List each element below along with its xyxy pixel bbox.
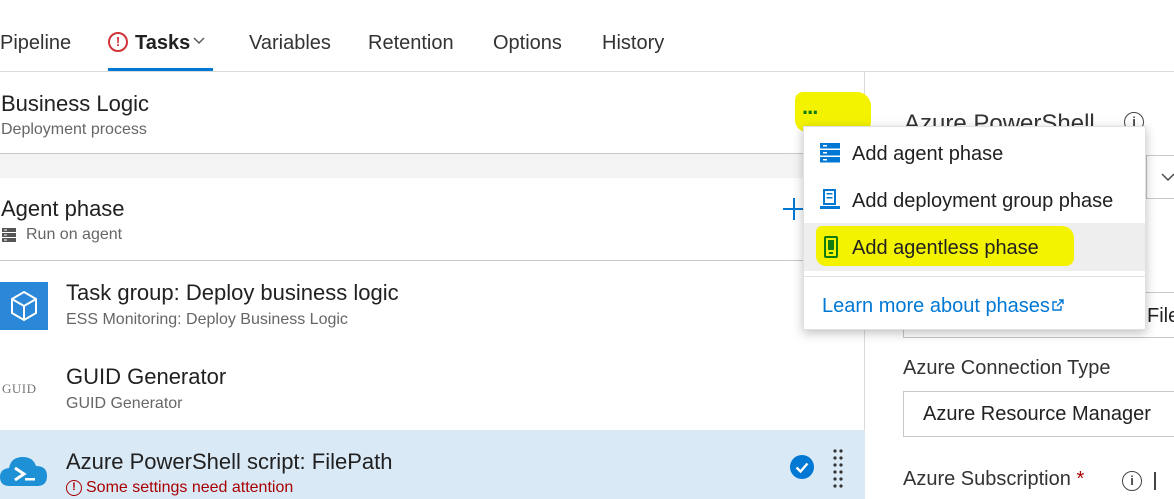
learn-more-text: Learn more about phases	[822, 295, 1050, 317]
version-select[interactable]	[1146, 155, 1174, 199]
task-subtitle: GUID Generator	[66, 395, 183, 412]
add-task-icon[interactable]	[783, 198, 805, 220]
chevron-down-icon	[1161, 173, 1174, 181]
connection-type-value: Azure Resource Manager	[923, 403, 1151, 425]
enabled-check-icon[interactable]	[790, 455, 814, 479]
menu-item-label: Add agent phase	[852, 143, 1004, 165]
divider	[804, 276, 1145, 277]
add-phase-menu: Add agent phase Add deployment group pha…	[803, 126, 1146, 330]
menu-item-label: Add agentless phase	[852, 237, 1039, 259]
task-warning: Some settings need attention	[86, 479, 294, 496]
process-title[interactable]: Business Logic	[1, 91, 149, 117]
guid-logo-icon: GUID	[2, 381, 37, 396]
tab-bar: Pipeline ! Tasks Variables Retention Opt…	[0, 0, 1174, 72]
menu-item-add-agentless-phase[interactable]: Add agentless phase	[804, 223, 1145, 271]
tab-tasks[interactable]: Tasks	[135, 30, 190, 56]
learn-more-link[interactable]: Learn more about phases	[822, 295, 1064, 318]
tab-pipeline[interactable]: Pipeline	[0, 30, 71, 56]
connection-type-label: Azure Connection Type	[903, 357, 1111, 379]
process-subtitle: Deployment process	[1, 121, 147, 138]
server-icon	[2, 228, 16, 242]
deployment-group-icon	[820, 189, 840, 209]
task-group-icon	[0, 282, 48, 330]
menu-item-add-agent-phase[interactable]: Add agent phase	[804, 129, 1145, 177]
divider	[0, 260, 865, 261]
task-title[interactable]: Task group: Deploy business logic	[66, 280, 399, 306]
azure-powershell-icon	[0, 457, 47, 486]
tab-options[interactable]: Options	[493, 30, 562, 56]
more-actions-button[interactable]: ...	[802, 94, 818, 120]
agentless-icon	[824, 236, 838, 258]
menu-item-label: Add deployment group phase	[852, 190, 1114, 212]
subscription-label-text: Azure Subscription	[903, 468, 1071, 490]
active-tab-indicator	[108, 68, 213, 71]
divider	[1154, 472, 1156, 490]
tab-variables[interactable]: Variables	[249, 30, 331, 56]
script-type-value: File	[1147, 305, 1174, 327]
section-gap	[0, 154, 865, 178]
chevron-down-icon[interactable]	[193, 34, 205, 46]
server-icon	[820, 143, 840, 163]
tab-retention[interactable]: Retention	[368, 30, 454, 56]
warning-icon: !	[66, 480, 82, 496]
info-icon[interactable]: i	[1122, 471, 1142, 491]
drag-handle-icon[interactable]	[832, 448, 844, 492]
process-panel: ... Business Logic Deployment process Ag…	[0, 72, 871, 499]
external-link-icon	[1052, 299, 1064, 311]
task-subtitle: ESS Monitoring: Deploy Business Logic	[66, 311, 348, 328]
tab-history[interactable]: History	[602, 30, 664, 56]
error-icon: !	[108, 32, 128, 52]
task-title[interactable]: GUID Generator	[66, 364, 226, 390]
task-title[interactable]: Azure PowerShell script: FilePath	[66, 449, 392, 475]
phase-title[interactable]: Agent phase	[1, 196, 125, 222]
phase-subtitle: Run on agent	[26, 226, 123, 243]
required-mark: *	[1076, 468, 1085, 490]
pipeline-editor: Pipeline ! Tasks Variables Retention Opt…	[0, 0, 1174, 499]
menu-item-add-deployment-group-phase[interactable]: Add deployment group phase	[804, 176, 1145, 224]
connection-type-select[interactable]: Azure Resource Manager	[903, 391, 1174, 437]
subscription-label: Azure Subscription *	[903, 468, 1084, 491]
